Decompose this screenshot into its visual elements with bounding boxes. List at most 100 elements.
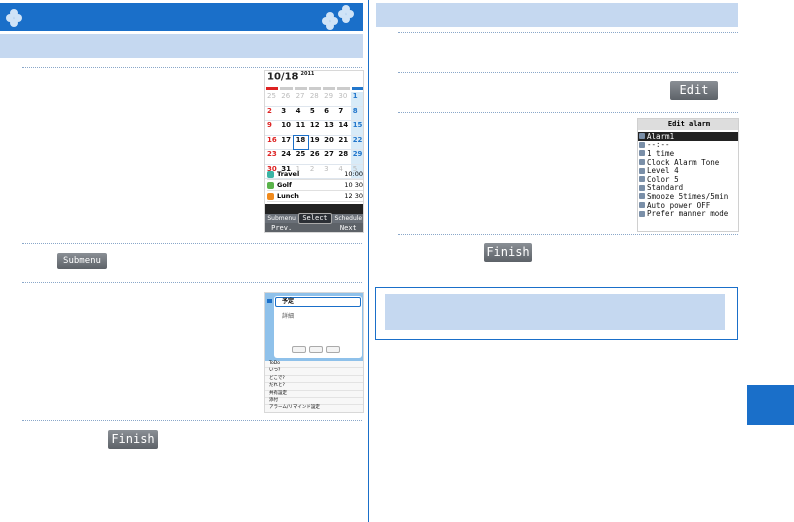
calendar-day-cell[interactable]: 13	[322, 121, 336, 135]
schedule-option-item[interactable]: アラーム/リマインド設定	[265, 405, 363, 412]
event-item[interactable]: Travel 10:00	[267, 169, 363, 180]
calendar-day-cell[interactable]: 29	[350, 150, 363, 164]
step-separator	[22, 67, 362, 68]
calendar-day-cell[interactable]: 12	[308, 121, 322, 135]
calendar-day-cell[interactable]: 27	[322, 150, 336, 164]
calendar-day-cell[interactable]: 10	[279, 121, 293, 135]
calendar-day-cell[interactable]: 7	[336, 107, 350, 121]
column-divider	[368, 0, 369, 522]
section-header-bar	[0, 3, 363, 31]
setting-icon	[639, 202, 645, 209]
calendar-day-cell[interactable]: 20	[322, 136, 336, 150]
schedule-title-field[interactable]: 予定	[275, 297, 361, 307]
chapter-tab	[747, 385, 794, 425]
alarm-setting-item[interactable]: 1 time	[638, 149, 738, 158]
calendar-day-cell[interactable]: 17	[279, 136, 293, 150]
calendar-day-cell[interactable]: 28	[308, 92, 322, 106]
step-separator	[398, 234, 738, 235]
setting-icon	[639, 141, 645, 148]
calendar-day-cell[interactable]: 18	[292, 134, 309, 150]
calendar-screen: 10/18 2011 25 26 27 28 29 30 1 2 3 4 5 6 7 8 9 10 11 12 13 1…	[264, 70, 364, 233]
schedule-option-item[interactable]: いつ?	[265, 368, 363, 376]
event-category-icon	[267, 192, 274, 200]
alarm-setting-item[interactable]: Color 5	[638, 175, 738, 184]
calendar-day-cell[interactable]: 19	[308, 136, 322, 150]
calendar-day-cell[interactable]: 29	[322, 92, 336, 106]
setting-icon	[639, 167, 645, 174]
event-time: 10:00	[344, 170, 363, 178]
edit-alarm-title: Edit alarm	[638, 119, 738, 130]
setting-icon	[639, 159, 645, 166]
calendar-day-cell[interactable]: 23	[265, 150, 279, 164]
calendar-day-cell[interactable]: 16	[265, 136, 279, 150]
alarm-setting-item[interactable]: Alarm1	[638, 132, 738, 141]
calendar-week-row: 25 26 27 28 29 30 1	[265, 92, 363, 107]
alarm-setting-item[interactable]: Standard	[638, 183, 738, 192]
note-box-inner	[385, 294, 725, 330]
calendar-week-row: 9 10 11 12 13 14 15	[265, 121, 363, 136]
calendar-day-cell[interactable]: 22	[350, 135, 363, 149]
alarm-setting-item[interactable]: --:--	[638, 140, 738, 149]
step-separator	[398, 32, 738, 33]
calendar-day-cell[interactable]: 2	[265, 107, 279, 121]
step-separator	[22, 420, 362, 421]
calendar-day-cell[interactable]: 4	[294, 107, 308, 121]
finish-button[interactable]: Finish	[108, 430, 158, 449]
alarm-setting-item[interactable]: Prefer manner mode	[638, 209, 738, 218]
calendar-day-cell[interactable]: 25	[265, 92, 279, 106]
calendar-day-cell[interactable]: 28	[336, 150, 350, 164]
alarm-setting-item[interactable]: Level 4	[638, 166, 738, 175]
option-icon[interactable]	[292, 346, 306, 353]
softkey-prev[interactable]: Prev.	[265, 223, 298, 232]
alarm-settings-list: Alarm1 --:-- 1 time Clock Alarm Tone Level 4…	[638, 132, 738, 218]
edit-button[interactable]: Edit	[670, 81, 718, 100]
calendar-day-cell[interactable]: 24	[279, 150, 293, 164]
softkey-bar-bottom: Prev. Next	[265, 223, 363, 232]
calendar-day-cell[interactable]: 26	[308, 150, 322, 164]
softkey-next[interactable]: Next	[332, 223, 363, 232]
alarm-setting-item[interactable]: Clock Alarm Tone	[638, 158, 738, 167]
calendar-day-cell[interactable]: 9	[265, 121, 279, 135]
calendar-day-cell[interactable]: 21	[336, 136, 350, 150]
option-icon[interactable]	[326, 346, 340, 353]
step-separator	[398, 112, 738, 113]
calendar-day-cell[interactable]: 25	[294, 150, 308, 164]
event-category-icon	[267, 181, 274, 189]
edit-alarm-screen: Edit alarm Alarm1 --:-- 1 time Clock Alarm …	[637, 118, 739, 232]
calendar-day-cell[interactable]: 6	[322, 107, 336, 121]
calendar-day-cell[interactable]: 1	[350, 92, 363, 106]
calendar-grid[interactable]: 25 26 27 28 29 30 1 2 3 4 5 6 7 8 9 10 11 12 13 14 15 16 17 18 1…	[265, 85, 363, 179]
option-icon[interactable]	[309, 346, 323, 353]
schedule-option-item[interactable]: だれと?	[265, 383, 363, 391]
event-item[interactable]: Golf 10 30	[267, 180, 363, 191]
calendar-day-cell[interactable]: 30	[336, 92, 350, 106]
softkey-schedule[interactable]: Schedule	[332, 214, 363, 223]
alarm-setting-item[interactable]: Auto power OFF	[638, 201, 738, 210]
finish-button[interactable]: Finish	[484, 243, 532, 262]
calendar-day-cell[interactable]: 3	[279, 107, 293, 121]
calendar-day-cell[interactable]: 14	[336, 121, 350, 135]
calendar-day-cell[interactable]: 26	[279, 92, 293, 106]
alarm-setting-item[interactable]: Smooze 5times/5min	[638, 192, 738, 201]
select-softkey[interactable]: Select	[298, 213, 332, 224]
setting-icon	[639, 184, 645, 191]
setting-icon	[639, 133, 645, 140]
calendar-day-cell[interactable]: 27	[294, 92, 308, 106]
schedule-screen: 予定 詳細 ToDo いつ? どこで? だれと? 共有設定 添付 アラーム/リマインド設定	[264, 292, 364, 413]
submenu-button[interactable]: Submenu	[57, 253, 107, 269]
event-item[interactable]: Lunch 12 30	[267, 191, 363, 202]
schedule-icon-row	[292, 346, 340, 353]
softkey-center	[298, 223, 331, 232]
calendar-day-cell[interactable]: 11	[294, 121, 308, 135]
calendar-week-row: 2345678	[265, 106, 363, 121]
schedule-detail-label: 詳細	[282, 313, 295, 320]
calendar-date-title: 10/18 2011	[267, 71, 315, 83]
event-name: Golf	[277, 181, 292, 189]
schedule-option-item[interactable]: 共有設定	[265, 390, 363, 398]
softkey-submenu[interactable]: Submenu	[265, 214, 298, 223]
setting-icon	[639, 210, 645, 217]
calendar-day-cell[interactable]: 5	[308, 107, 322, 121]
calendar-day-cell[interactable]: 15	[350, 121, 363, 135]
calendar-week-row: 16 17 18 19 20 21 22	[265, 134, 363, 150]
calendar-day-cell[interactable]: 8	[350, 106, 363, 120]
